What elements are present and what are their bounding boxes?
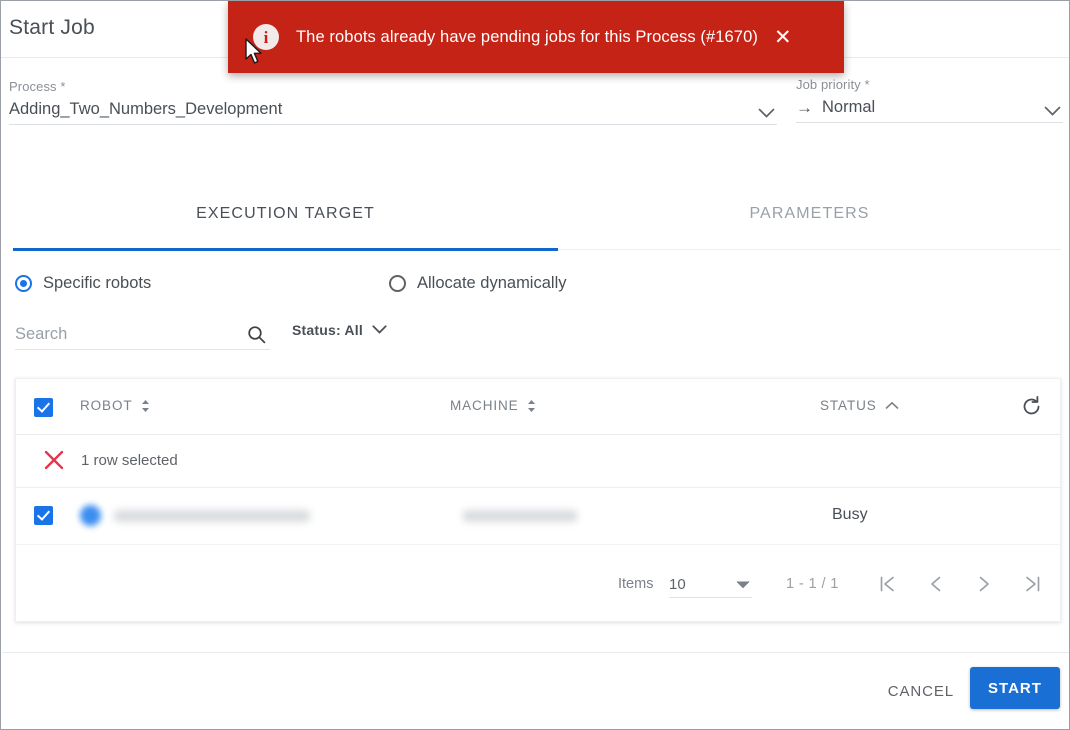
cancel-button[interactable]: CANCEL	[880, 674, 962, 709]
tab-bar: EXECUTION TARGET PARAMETERS	[13, 193, 1061, 251]
refresh-icon[interactable]	[1020, 395, 1043, 423]
checkbox-checked-icon[interactable]	[34, 398, 53, 417]
job-priority-value: Normal	[822, 97, 876, 116]
column-header-robot-label: ROBOT	[80, 398, 133, 413]
previous-page-button[interactable]	[919, 567, 953, 601]
search-input[interactable]	[15, 324, 230, 344]
start-button[interactable]: START	[970, 667, 1060, 709]
column-header-status-label: STATUS	[820, 398, 877, 413]
pagination-bar: Items 10 1 - 1 / 1	[16, 545, 1060, 623]
status-filter-label: Status: All	[292, 322, 363, 338]
toast-message: The robots already have pending jobs for…	[296, 27, 758, 46]
chevron-down-icon[interactable]	[372, 325, 387, 335]
column-header-machine-label: MACHINE	[450, 398, 519, 413]
radio-checked-icon[interactable]	[15, 275, 32, 292]
status-filter-dropdown[interactable]: Status: All	[292, 322, 387, 338]
column-header-machine[interactable]: MACHINE	[450, 398, 536, 413]
radio-specific-robots-label: Specific robots	[43, 274, 152, 292]
execution-target-mode: Specific robots Allocate dynamically	[15, 274, 715, 300]
items-per-page-select[interactable]: 10	[669, 571, 752, 598]
sort-both-icon[interactable]	[527, 399, 536, 413]
arrow-right-icon: →	[796, 97, 813, 117]
sort-both-icon[interactable]	[141, 399, 150, 413]
process-value: Adding_Two_Numbers_Development	[9, 99, 283, 118]
dialog-footer: CANCEL START	[2, 652, 1069, 728]
status-badge: Busy	[832, 506, 868, 523]
tab-execution-target[interactable]: EXECUTION TARGET	[13, 205, 558, 223]
page-range-text: 1 - 1 / 1	[786, 576, 839, 592]
active-tab-indicator	[13, 248, 558, 251]
radio-specific-robots[interactable]: Specific robots	[15, 274, 151, 293]
selection-banner: 1 row selected	[16, 435, 1060, 488]
row-checkbox[interactable]	[34, 506, 53, 525]
close-icon[interactable]: ✕	[774, 27, 792, 48]
radio-allocate-dynamically[interactable]: Allocate dynamically	[389, 274, 566, 293]
robot-name-cell	[114, 510, 310, 522]
column-header-robot[interactable]: ROBOT	[80, 398, 150, 413]
process-control[interactable]: Adding_Two_Numbers_Development	[9, 94, 777, 125]
tab-parameters[interactable]: PARAMETERS	[558, 205, 1061, 223]
chevron-down-icon[interactable]	[736, 580, 750, 589]
first-page-button[interactable]	[871, 567, 905, 601]
start-job-dialog: Start Job i The robots already have pend…	[0, 0, 1070, 730]
radio-allocate-dynamically-label: Allocate dynamically	[417, 274, 567, 292]
clear-selection-icon[interactable]	[43, 449, 65, 476]
next-page-button[interactable]	[967, 567, 1001, 601]
table-header-row: ROBOT MACHINE STATUS	[16, 379, 1060, 435]
radio-unchecked-icon[interactable]	[389, 275, 406, 292]
job-priority-control[interactable]: → Normal	[796, 92, 1063, 123]
chevron-down-icon[interactable]	[1044, 106, 1061, 117]
items-per-page-label: Items	[618, 576, 654, 592]
selection-count-text: 1 row selected	[81, 452, 178, 469]
process-label: Process *	[9, 79, 66, 94]
job-priority-field[interactable]: Job priority * → Normal	[796, 77, 1063, 123]
error-toast: i The robots already have pending jobs f…	[228, 1, 844, 73]
column-header-status[interactable]: STATUS	[820, 398, 899, 413]
checkbox-checked-icon[interactable]	[34, 506, 53, 525]
sort-ascending-icon[interactable]	[885, 401, 899, 410]
table-row[interactable]: Busy	[16, 488, 1060, 545]
robots-table: ROBOT MACHINE STATUS 1 row selected Busy…	[15, 378, 1061, 622]
items-per-page-value: 10	[669, 575, 686, 593]
search-box[interactable]	[15, 319, 270, 350]
chevron-down-icon[interactable]	[758, 108, 775, 119]
machine-name-cell	[463, 510, 577, 522]
search-icon[interactable]	[247, 325, 266, 344]
info-icon: i	[253, 24, 279, 50]
avatar	[80, 505, 101, 526]
job-priority-label: Job priority *	[796, 77, 870, 92]
page-title: Start Job	[9, 16, 95, 39]
last-page-button[interactable]	[1015, 567, 1049, 601]
process-field[interactable]: Process * Adding_Two_Numbers_Development	[9, 79, 777, 125]
select-all-checkbox[interactable]	[34, 398, 53, 417]
